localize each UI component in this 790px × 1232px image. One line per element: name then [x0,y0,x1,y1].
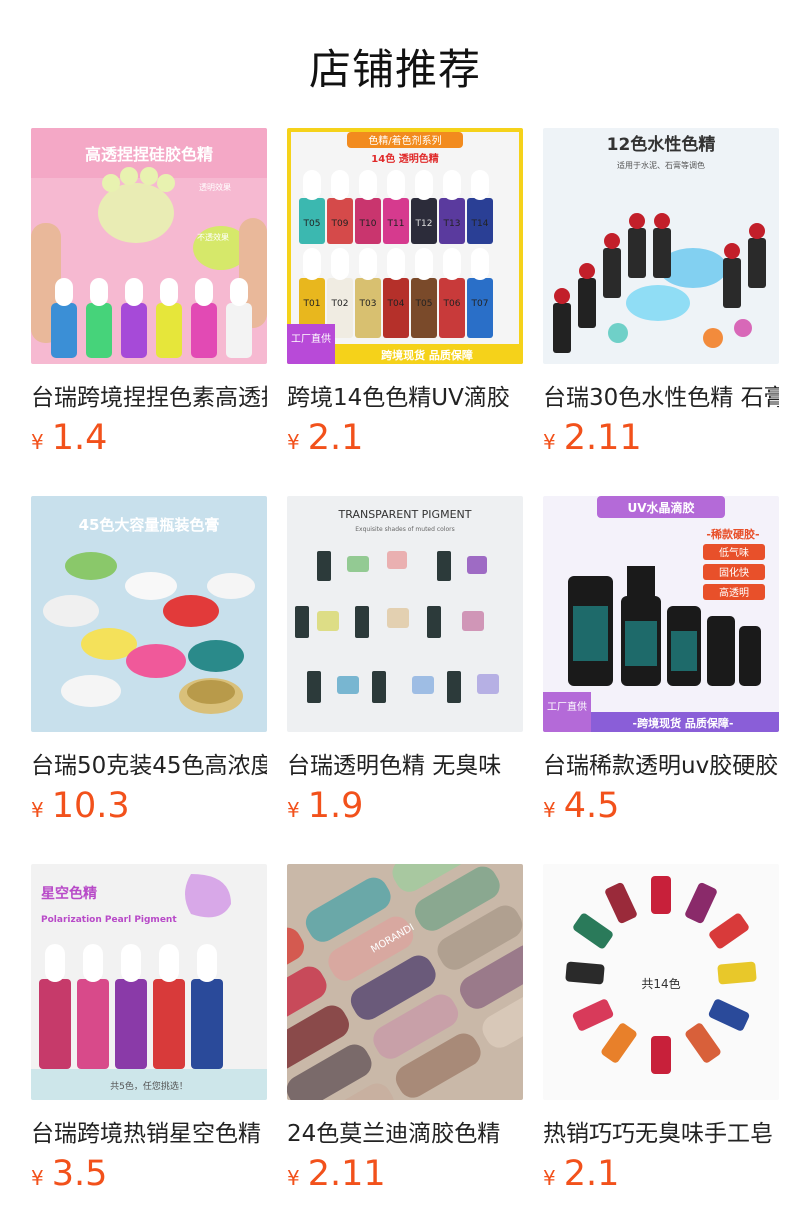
product-image[interactable]: UV水晶滴胶 -稀款硬胶- 低气味 固化快 高透明 工厂直供 -跨境现货 品质保… [543,496,779,732]
product-name[interactable]: 台瑞稀款透明uv胶硬胶 [543,746,779,778]
svg-text:固化快: 固化快 [719,566,749,579]
product-image[interactable]: 高透捏捏硅胶色精 透明效果 不透效果 [31,128,267,364]
price-value: 3.5 [51,1154,108,1194]
svg-text:14色 透明色精: 14色 透明色精 [371,152,438,165]
svg-text:T07: T07 [471,299,489,309]
product-card[interactable]: MORANDI 24色莫兰迪滴胶色精 ¥2.11 [287,864,523,1204]
product-name[interactable]: 台瑞跨境捏捏色素高透捏捏硅胶色精 [31,378,267,410]
svg-text:共14色: 共14色 [641,977,680,991]
svg-text:T04: T04 [387,299,405,309]
svg-text:12色水性色精: 12色水性色精 [607,134,716,155]
product-price: ¥4.5 [543,786,619,826]
product-name[interactable]: 跨境14色色精UV滴胶 [287,378,523,410]
svg-text:低气味: 低气味 [719,546,749,559]
product-name[interactable]: 台瑞透明色精 无臭味 [287,746,523,778]
svg-text:-稀款硬胶-: -稀款硬胶- [706,527,759,541]
product-card[interactable]: UV水晶滴胶 -稀款硬胶- 低气味 固化快 高透明 工厂直供 -跨境现货 品质保… [543,496,779,836]
svg-text:Exquisite shades of muted colo: Exquisite shades of muted colors [355,526,455,533]
product-image[interactable]: 共14色 [543,864,779,1100]
product-name[interactable]: 台瑞50克装45色高浓度色膏 [31,746,267,778]
product-price: ¥10.3 [31,786,130,826]
svg-text:工厂直供: 工厂直供 [547,700,587,713]
currency-symbol: ¥ [31,1166,44,1190]
product-image[interactable]: 星空色精 Polarization Pearl Pigment 共5色，任您挑选… [31,864,267,1100]
svg-text:跨境现货 品质保障: 跨境现货 品质保障 [381,348,473,362]
currency-symbol: ¥ [543,1166,556,1190]
svg-text:-跨境现货 品质保障-: -跨境现货 品质保障- [633,716,734,730]
svg-text:T06: T06 [443,299,461,309]
product-image[interactable]: TRANSPARENT PIGMENT Exquisite shades of … [287,496,523,732]
product-name[interactable]: 热销巧巧无臭味手工皂 [543,1114,779,1146]
product-card[interactable]: 星空色精 Polarization Pearl Pigment 共5色，任您挑选… [31,864,267,1204]
svg-text:T03: T03 [359,299,377,309]
price-value: 1.4 [51,418,108,458]
svg-text:T13: T13 [443,219,461,229]
currency-symbol: ¥ [543,798,556,822]
price-value: 10.3 [51,786,130,826]
currency-symbol: ¥ [287,1166,300,1190]
price-value: 2.11 [307,1154,386,1194]
svg-text:T01: T01 [303,299,321,309]
product-name[interactable]: 台瑞30色水性色精 石膏 [543,378,779,410]
product-price: ¥3.5 [31,1154,107,1194]
price-value: 2.11 [563,418,642,458]
product-card[interactable]: 45色大容量瓶装色膏 台瑞50克装45色高浓度 ¥ 10.3 [31,496,267,836]
svg-text:色精/着色剂系列: 色精/着色剂系列 [368,134,441,147]
product-card[interactable]: 12色水性色精 适用于水泥、石膏等调色 台瑞30色水性色精 石膏 ¥ 2.11 [543,128,779,468]
product-price: ¥1.9 [287,786,363,826]
svg-text:T05: T05 [303,219,321,229]
product-image[interactable]: 45色大容量瓶装色膏 [31,496,267,732]
price-value: 2.1 [307,418,364,458]
svg-text:不透效果: 不透效果 [197,232,229,242]
product-card[interactable]: 色精/着色剂系列 14色 透明色精 T05 T09 T10 T11 T12 T1… [287,128,523,468]
product-card[interactable]: TRANSPARENT PIGMENT Exquisite shades of … [287,496,523,836]
svg-text:Polarization Pearl Pigment: Polarization Pearl Pigment [41,915,177,925]
product-price: ¥1.4 [31,418,107,458]
product-price: ¥2.11 [287,1154,386,1194]
currency-symbol: ¥ [287,798,300,822]
svg-text:适用于水泥、石膏等调色: 适用于水泥、石膏等调色 [617,160,705,170]
svg-text:UV水晶滴胶: UV水晶滴胶 [627,500,694,515]
svg-text:工厂直供: 工厂直供 [291,332,331,345]
svg-text:T02: T02 [331,299,349,309]
product-image[interactable]: MORANDI [287,864,523,1100]
svg-text:T11: T11 [387,219,405,229]
currency-symbol: ¥ [31,798,44,822]
svg-text:T09: T09 [331,219,349,229]
svg-text:高透明: 高透明 [719,586,749,599]
currency-symbol: ¥ [287,430,300,454]
svg-text:透明效果: 透明效果 [199,182,231,192]
svg-text:T05: T05 [415,299,433,309]
price-value: 4.5 [563,786,620,826]
product-card[interactable]: 共14色 热销巧巧无臭味手工皂 ¥2.1 [543,864,779,1204]
svg-text:T10: T10 [359,219,377,229]
image-banner: 高透捏捏硅胶色精 [85,145,213,164]
svg-text:共5色，任您挑选！: 共5色，任您挑选！ [110,1080,188,1092]
currency-symbol: ¥ [31,430,44,454]
svg-text:T12: T12 [415,219,433,229]
price-value: 2.1 [563,1154,620,1194]
product-price: ¥2.1 [287,418,363,458]
product-price: ¥2.1 [543,1154,619,1194]
product-image[interactable]: 色精/着色剂系列 14色 透明色精 T05 T09 T10 T11 T12 T1… [287,128,523,364]
svg-text:45色大容量瓶装色膏: 45色大容量瓶装色膏 [79,516,220,534]
store-recommend-page: 店铺推荐 高透捏捏硅胶色精 透明效果 不透效果 台瑞跨境捏捏色素高透 ¥ 1.4… [0,0,790,1232]
product-name[interactable]: 台瑞跨境热销星空色精 [31,1114,267,1146]
product-card[interactable]: 高透捏捏硅胶色精 透明效果 不透效果 台瑞跨境捏捏色素高透 ¥ 1.4 [31,128,267,468]
svg-text:TRANSPARENT PIGMENT: TRANSPARENT PIGMENT [338,508,472,521]
product-image[interactable]: 12色水性色精 适用于水泥、石膏等调色 [543,128,779,364]
product-price: ¥2.11 [543,418,642,458]
svg-text:T14: T14 [471,219,489,229]
page-title: 店铺推荐 [308,45,481,94]
product-name[interactable]: 24色莫兰迪滴胶色精 [287,1114,523,1146]
price-value: 1.9 [307,786,364,826]
svg-text:星空色精: 星空色精 [41,885,97,902]
currency-symbol: ¥ [543,430,556,454]
